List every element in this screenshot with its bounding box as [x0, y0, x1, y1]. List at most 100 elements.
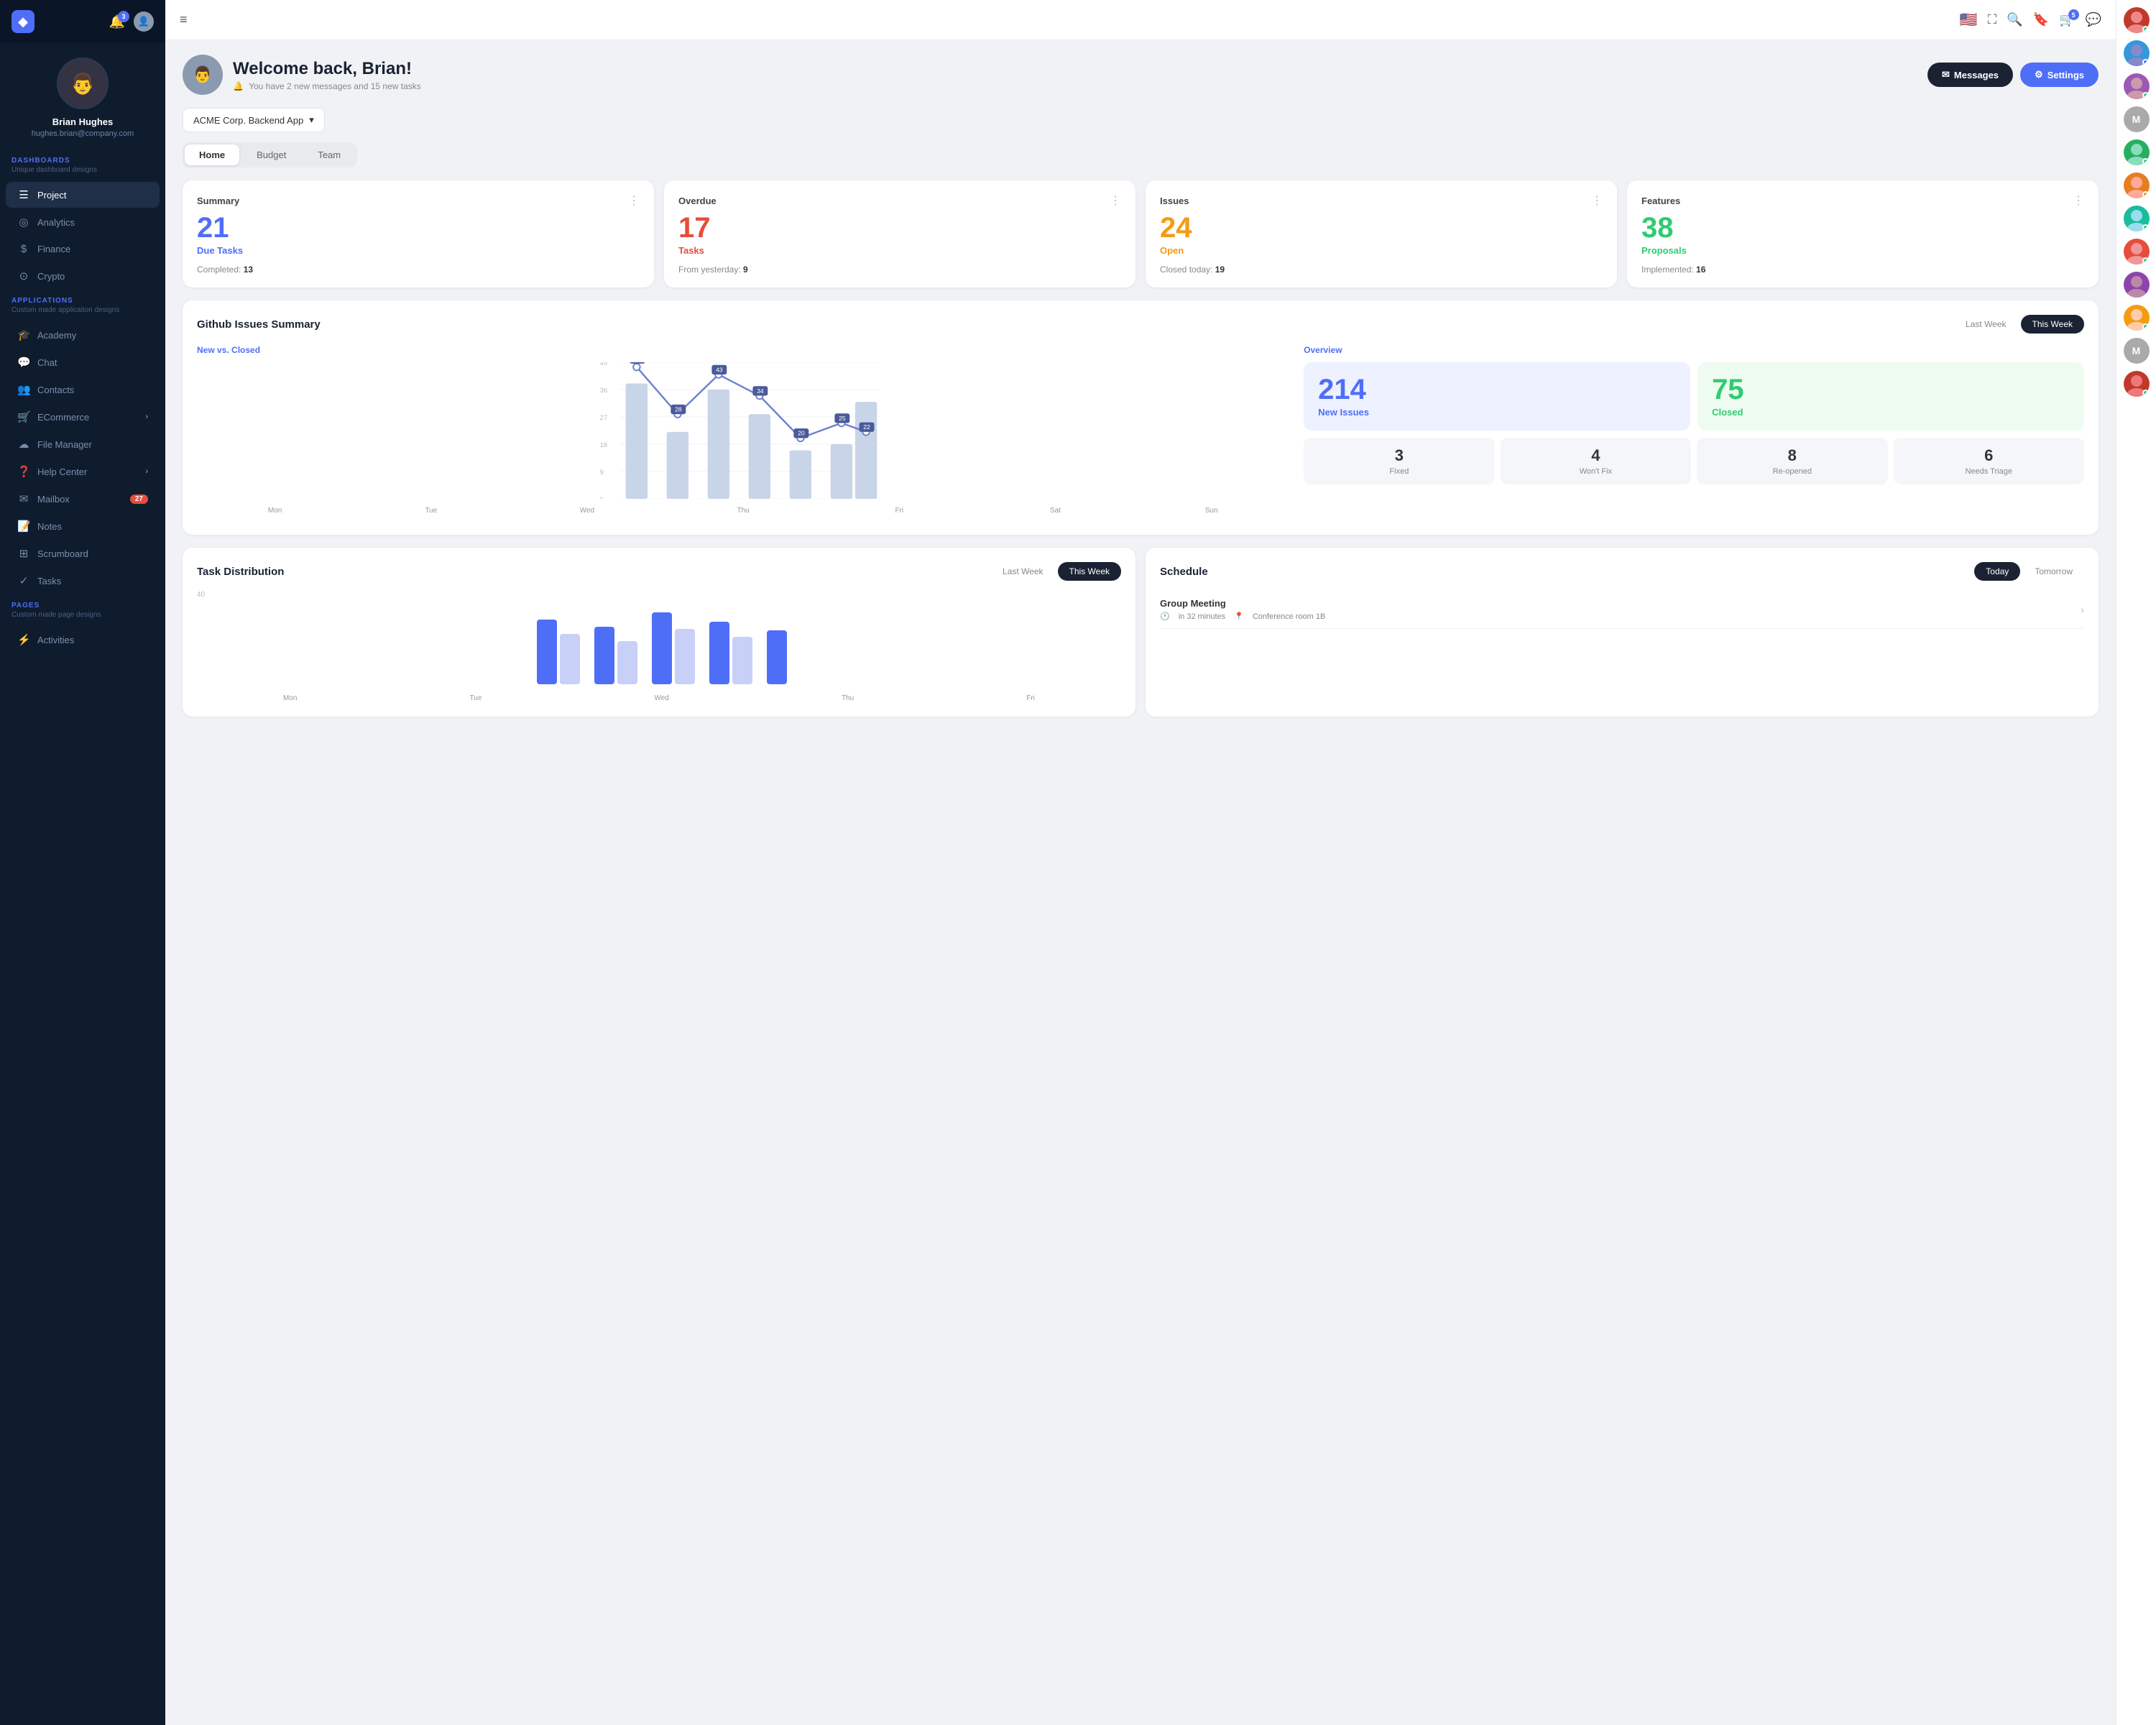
online-dot: [2142, 390, 2149, 396]
search-icon[interactable]: 🔍: [2007, 12, 2022, 27]
sidebar-item-helpcenter[interactable]: ❓ Help Center ›: [6, 459, 160, 484]
notification-badge: 3: [118, 11, 129, 22]
messages-button[interactable]: ✉ Messages: [1927, 63, 2013, 87]
fixed-num: 3: [1309, 446, 1488, 465]
sidebar-item-chat[interactable]: 💬 Chat: [6, 349, 160, 375]
sidebar-item-filemanager[interactable]: ☁ File Manager: [6, 431, 160, 457]
sidebar-item-ecommerce[interactable]: 🛒 ECommerce ›: [6, 404, 160, 430]
wontfix-label: Won't Fix: [1506, 467, 1685, 476]
crypto-icon: ⊙: [17, 270, 30, 282]
rail-avatar-10[interactable]: [2124, 371, 2150, 397]
sidebar-item-label: Finance: [37, 244, 70, 254]
header-avatar[interactable]: 👤: [134, 12, 154, 32]
contacts-icon: 👥: [17, 383, 30, 396]
pages-label: PAGES: [11, 602, 154, 610]
fixed-label: Fixed: [1309, 467, 1488, 476]
svg-text:34: 34: [757, 387, 764, 395]
today-btn[interactable]: Today: [1974, 562, 2020, 581]
notification-bell[interactable]: 🔔 3: [109, 14, 125, 29]
schedule-header: Schedule Today Tomorrow: [1160, 562, 2084, 581]
bar-y-max: 40: [197, 591, 1121, 599]
sidebar-item-mailbox[interactable]: ✉ Mailbox 27: [6, 486, 160, 512]
chat-icon[interactable]: 💬: [2086, 12, 2101, 27]
project-selector[interactable]: ACME Corp. Backend App ▾: [183, 108, 325, 132]
schedule-time: in 32 minutes: [1179, 612, 1225, 621]
online-dot: [2142, 158, 2149, 165]
welcome-avatar: 👨: [183, 55, 223, 95]
stat-label: Proposals: [1641, 245, 2084, 256]
stat-menu[interactable]: ⋮: [1110, 193, 1121, 208]
task-dist-header: Task Distribution Last Week This Week: [197, 562, 1121, 581]
rail-avatar-4[interactable]: [2124, 139, 2150, 165]
rail-avatar-6[interactable]: [2124, 206, 2150, 231]
stat-title: Overdue: [678, 196, 717, 206]
tab-budget[interactable]: Budget: [242, 144, 300, 165]
analytics-icon: ◎: [17, 216, 30, 229]
sidebar-item-academy[interactable]: 🎓 Academy: [6, 322, 160, 348]
rail-avatar-3[interactable]: [2124, 73, 2150, 99]
rail-avatar-m1[interactable]: M: [2124, 106, 2150, 132]
rail-avatar-1[interactable]: [2124, 7, 2150, 33]
welcome-subtext: 🔔 You have 2 new messages and 15 new tas…: [233, 81, 424, 91]
rail-avatar-2[interactable]: [2124, 40, 2150, 66]
sidebar-item-notes[interactable]: 📝 Notes: [6, 513, 160, 539]
app-logo[interactable]: ◆: [11, 10, 34, 33]
task-this-week-btn[interactable]: This Week: [1058, 562, 1121, 581]
last-week-btn[interactable]: Last Week: [1954, 315, 2017, 334]
schedule-arrow[interactable]: ›: [2081, 604, 2084, 615]
stat-menu[interactable]: ⋮: [628, 193, 640, 208]
tomorrow-btn[interactable]: Tomorrow: [2023, 562, 2084, 581]
rail-avatar-7[interactable]: [2124, 239, 2150, 264]
rail-avatar-m2[interactable]: M: [2124, 338, 2150, 364]
hamburger-menu[interactable]: ≡: [180, 12, 188, 27]
fullscreen-icon[interactable]: ⛶: [1988, 12, 1997, 27]
cart-icon[interactable]: 🛒 5: [2059, 12, 2075, 27]
stat-reopened: 8 Re-opened: [1697, 438, 1887, 484]
project-selector-label: ACME Corp. Backend App: [193, 115, 303, 126]
rail-avatar-8[interactable]: [2124, 272, 2150, 298]
x-label-mon: Mon: [197, 507, 353, 515]
stat-menu[interactable]: ⋮: [1591, 193, 1603, 208]
svg-text:25: 25: [839, 415, 846, 422]
filemanager-icon: ☁: [17, 438, 30, 451]
reopened-label: Re-opened: [1703, 467, 1881, 476]
stat-menu[interactable]: ⋮: [2073, 193, 2084, 208]
chart-right: Overview 214 New Issues 75 Closed: [1304, 345, 2084, 520]
sidebar-item-tasks[interactable]: ✓ Tasks: [6, 568, 160, 594]
sidebar-item-contacts[interactable]: 👥 Contacts: [6, 377, 160, 402]
bar-thu: Thu: [842, 694, 854, 702]
schedule-meta: 🕐 in 32 minutes 📍 Conference room 1B: [1160, 612, 1325, 621]
sidebar-item-project[interactable]: ☰ Project: [6, 182, 160, 208]
main-area: ≡ 🇺🇸 ⛶ 🔍 🔖 🛒 5 💬 👨 Welcome back, Brian!: [165, 0, 2116, 1725]
sidebar-item-crypto[interactable]: ⊙ Crypto: [6, 263, 160, 289]
task-last-week-btn[interactable]: Last Week: [991, 562, 1054, 581]
dashboards-label: DASHBOARDS: [11, 157, 154, 165]
svg-text:9: 9: [600, 469, 604, 477]
profile-email: hughes.brian@company.com: [32, 129, 134, 138]
sidebar-item-label: Project: [37, 190, 66, 201]
chart-left: New vs. Closed 45 36: [197, 345, 1289, 520]
sidebar-item-label: ECommerce: [37, 412, 89, 423]
task-dist-chart: 40: [197, 591, 1121, 702]
chat-icon: 💬: [17, 356, 30, 369]
stats-row: Summary ⋮ 21 Due Tasks Completed: 13 Ove…: [183, 180, 2099, 288]
github-issues-card: Github Issues Summary Last Week This Wee…: [183, 300, 2099, 535]
sidebar-item-finance[interactable]: $ Finance: [6, 236, 160, 262]
stat-number: 24: [1160, 213, 1603, 242]
topbar: ≡ 🇺🇸 ⛶ 🔍 🔖 🛒 5 💬: [165, 0, 2116, 40]
flag-icon[interactable]: 🇺🇸: [1960, 11, 1978, 29]
this-week-btn[interactable]: This Week: [2021, 315, 2084, 334]
settings-button[interactable]: ⚙ Settings: [2020, 63, 2099, 87]
sidebar-item-analytics[interactable]: ◎ Analytics: [6, 209, 160, 235]
closed-label: Closed: [1712, 407, 1743, 418]
sidebar-item-activities[interactable]: ⚡ Activities: [6, 627, 160, 653]
profile-avatar: 👨: [57, 58, 109, 109]
triage-num: 6: [1899, 446, 2078, 465]
sidebar-item-scrumboard[interactable]: ⊞ Scrumboard: [6, 540, 160, 566]
rail-avatar-9[interactable]: [2124, 305, 2150, 331]
tab-home[interactable]: Home: [185, 144, 239, 165]
rail-avatar-5[interactable]: [2124, 172, 2150, 198]
welcome-row: 👨 Welcome back, Brian! 🔔 You have 2 new …: [183, 55, 2099, 95]
bookmark-icon[interactable]: 🔖: [2033, 12, 2049, 27]
tab-team[interactable]: Team: [303, 144, 355, 165]
